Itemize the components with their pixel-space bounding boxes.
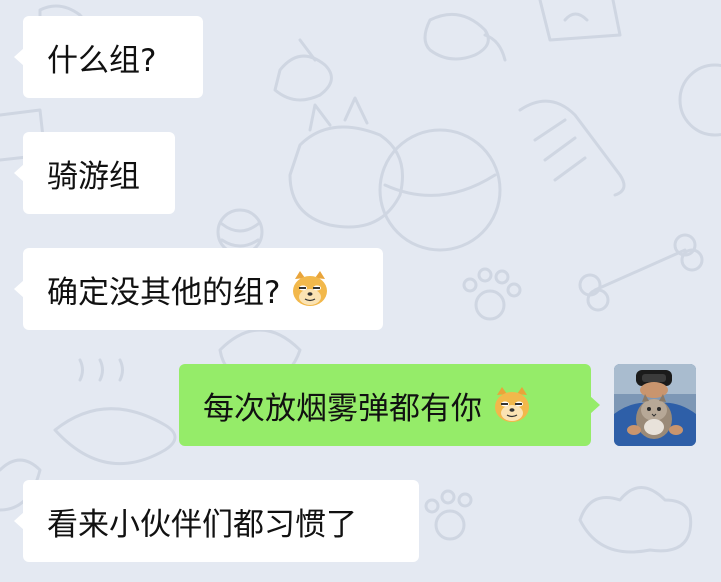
message-text: 确定没其他的组?: [47, 274, 281, 311]
message-bubble-incoming[interactable]: 看来小伙伴们都习惯了: [14, 480, 419, 562]
message-text: 看来小伙伴们都习惯了: [47, 506, 357, 543]
message-text: 什么组?: [47, 42, 157, 79]
doge-emoji-icon: [495, 387, 529, 422]
avatar-photo-icon: [614, 364, 696, 446]
message-bubble-incoming[interactable]: 什么组?: [14, 16, 203, 98]
message-text: 每次放烟雾弹都有你: [203, 390, 482, 427]
doge-emoji-icon: [293, 271, 328, 306]
message-text: 骑游组: [47, 158, 140, 195]
message-bubble-incoming[interactable]: 确定没其他的组?: [14, 248, 383, 330]
message-bubble-outgoing[interactable]: 每次放烟雾弹都有你: [179, 364, 600, 446]
user-avatar[interactable]: [614, 364, 696, 446]
message-bubble-incoming[interactable]: 骑游组: [14, 132, 175, 214]
